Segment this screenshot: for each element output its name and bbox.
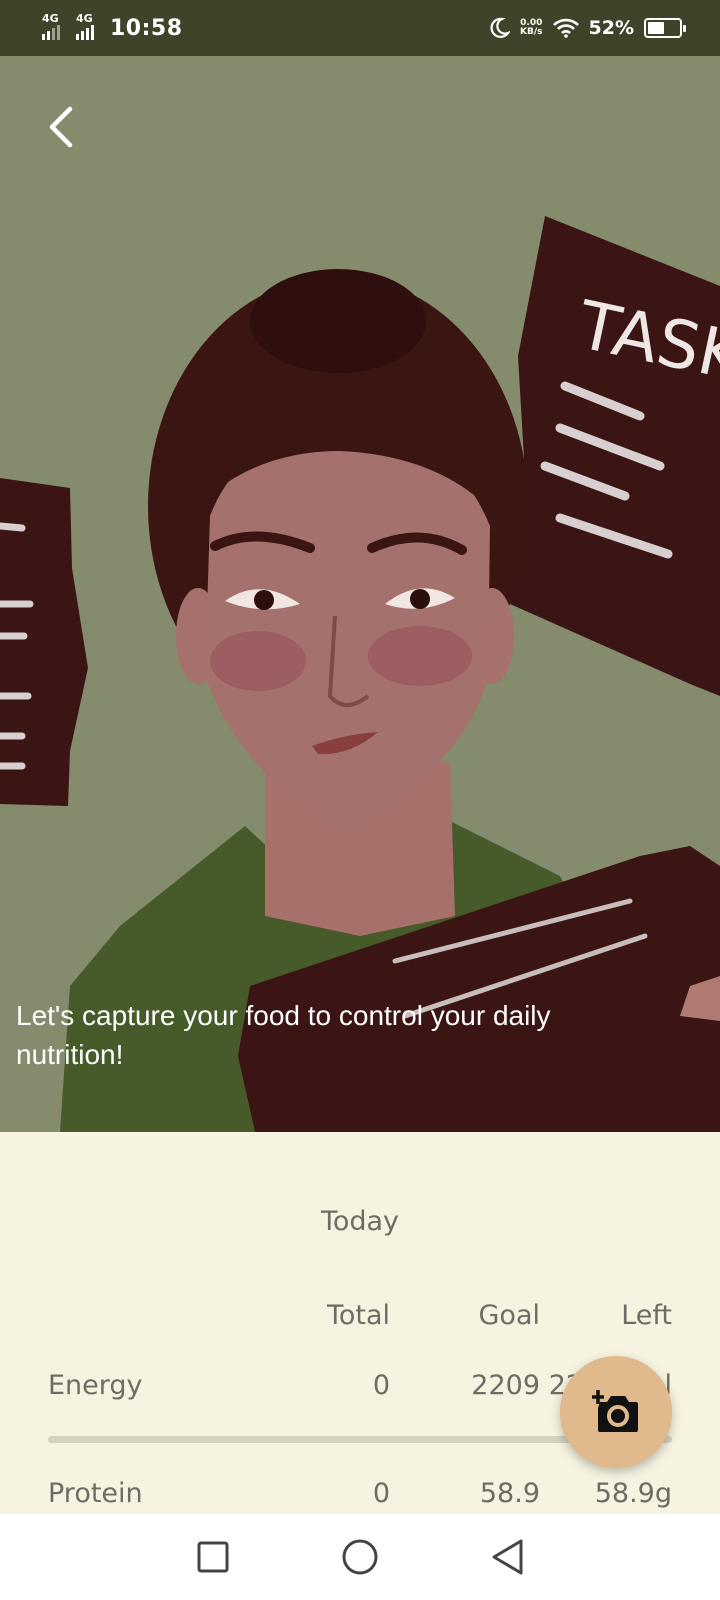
add-photo-button[interactable] bbox=[560, 1356, 672, 1468]
net-speed-unit: KB/s bbox=[520, 27, 543, 37]
net-speed: 0.00 KB/s bbox=[520, 19, 542, 37]
battery-percent: 52% bbox=[588, 17, 634, 39]
status-left: 4G 4G 10:58 bbox=[42, 12, 183, 41]
hero-caption: Let's capture your food to control your … bbox=[16, 1000, 551, 1070]
recents-button[interactable] bbox=[183, 1527, 243, 1587]
battery-fill bbox=[648, 22, 664, 34]
row-label-energy: Energy bbox=[48, 1370, 143, 1401]
wifi-icon bbox=[552, 18, 579, 38]
status-bar: 4G 4G 10:58 0.00 KB/s 52% bbox=[0, 0, 720, 56]
column-header-total: Total bbox=[326, 1300, 390, 1331]
illustration-woman-with-tasks: TASK bbox=[0, 216, 720, 1132]
back-nav-button[interactable] bbox=[477, 1527, 537, 1587]
network-type-2: 4G bbox=[76, 12, 93, 25]
signal-icon-2: 4G bbox=[76, 12, 94, 40]
energy-total: 0 bbox=[372, 1370, 390, 1401]
back-triangle-icon bbox=[492, 1539, 523, 1575]
column-header-left: Left bbox=[621, 1300, 672, 1331]
protein-left: 58.9g bbox=[594, 1478, 672, 1509]
energy-goal: 2209 bbox=[471, 1370, 540, 1401]
system-nav-bar bbox=[0, 1514, 720, 1600]
home-circle-icon bbox=[342, 1539, 378, 1575]
signal-icon: 4G bbox=[42, 12, 60, 40]
add-photo-camera-icon bbox=[592, 1390, 638, 1432]
home-button[interactable] bbox=[330, 1527, 390, 1587]
status-right: 0.00 KB/s 52% bbox=[490, 17, 686, 39]
hero-banner: TASK Let's capture your food to control … bbox=[0, 56, 720, 1132]
moon-icon bbox=[490, 17, 511, 38]
clock: 10:58 bbox=[110, 15, 183, 41]
protein-goal: 58.9 bbox=[479, 1478, 540, 1509]
chevron-left-icon bbox=[49, 106, 73, 148]
network-type-1: 4G bbox=[42, 12, 59, 25]
protein-total: 0 bbox=[372, 1478, 390, 1509]
column-header-goal: Goal bbox=[478, 1300, 541, 1331]
row-label-protein: Protein bbox=[48, 1478, 143, 1509]
recents-square-icon bbox=[197, 1541, 229, 1573]
back-button[interactable] bbox=[36, 102, 86, 152]
battery-icon bbox=[644, 18, 686, 38]
period-label: Today bbox=[320, 1206, 400, 1237]
